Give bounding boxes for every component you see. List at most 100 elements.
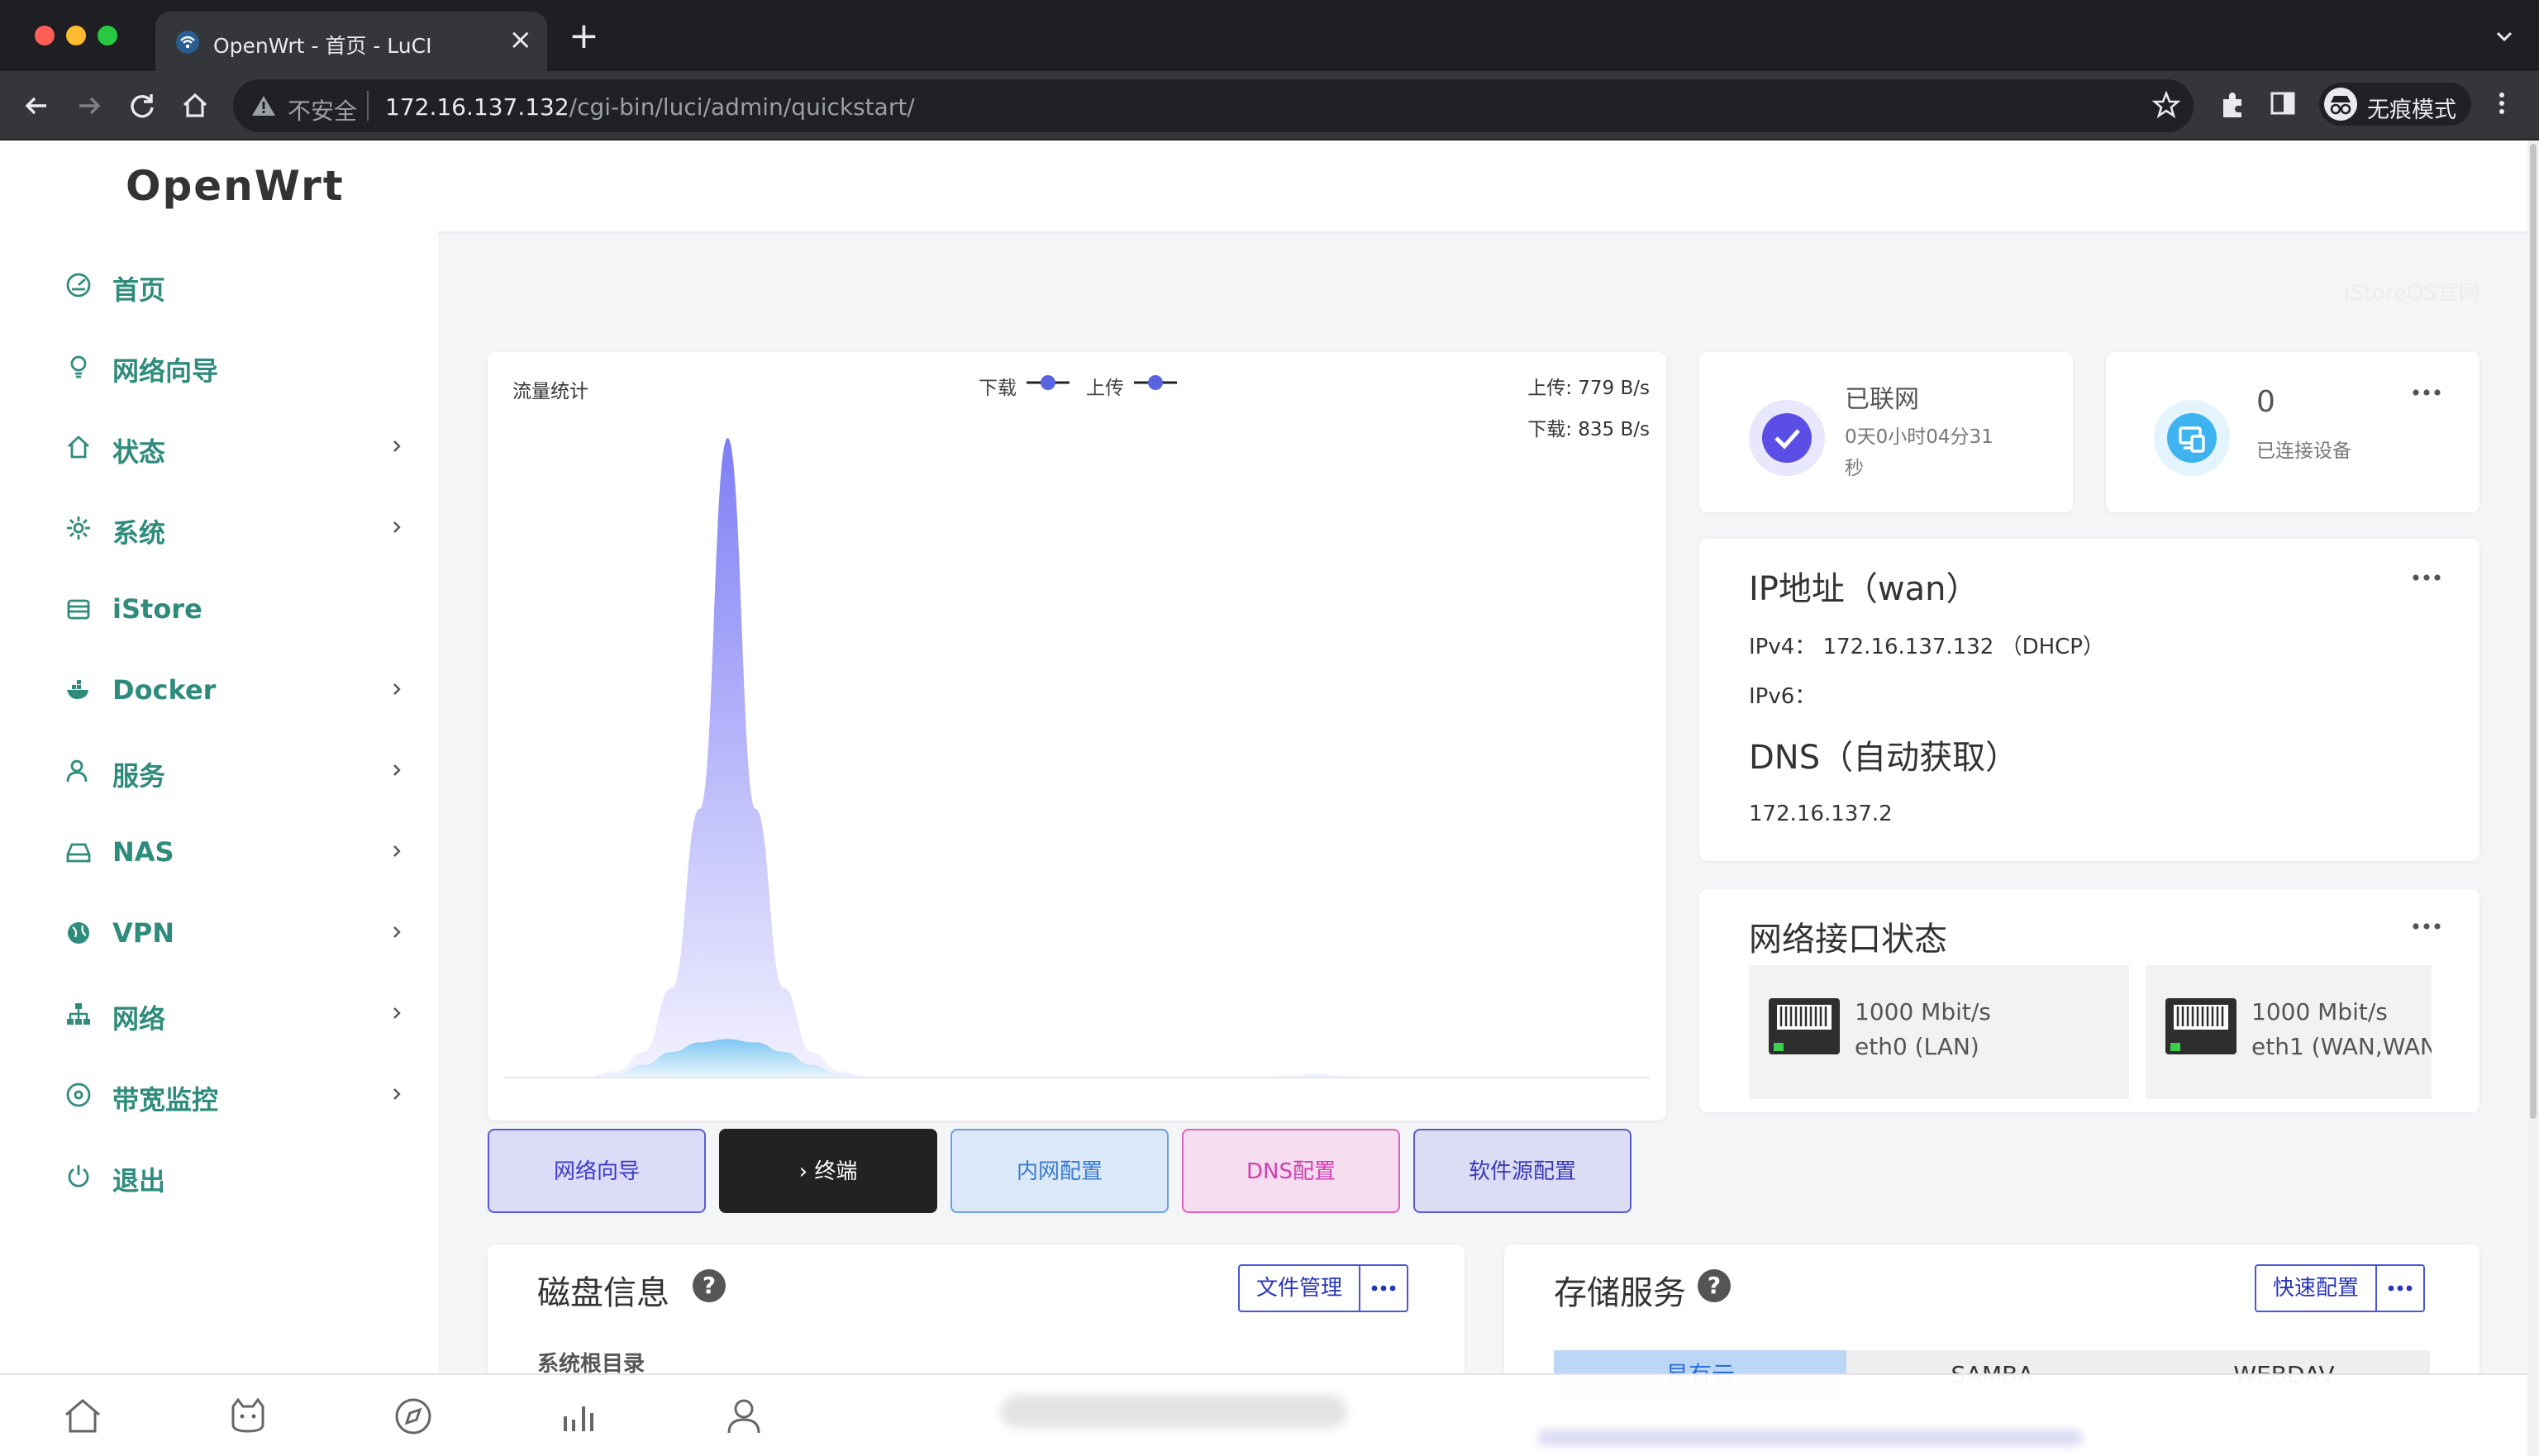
traffic-area-chart[interactable]: [504, 418, 1650, 1104]
dns-heading: DNS（自动获取）: [1749, 739, 2019, 777]
sidebar-item-label: iStore: [112, 593, 202, 625]
back-arrow-icon[interactable]: [18, 88, 55, 124]
sidebar-item-label: 状态: [112, 436, 166, 468]
sidebar-item-services[interactable]: 服务: [60, 745, 407, 795]
header-bar: OpenWrt: [0, 140, 2539, 231]
extensions-puzzle-icon[interactable]: [2217, 88, 2250, 121]
chart-legend: 下载 上传: [979, 365, 1193, 400]
window-close-button[interactable]: [35, 26, 55, 45]
ip-address-card: IP地址（wan） IPv4： 172.16.137.132 （DHCP） IP…: [1699, 539, 2479, 861]
user-icon[interactable]: [722, 1395, 765, 1438]
help-icon[interactable]: ?: [1698, 1269, 1731, 1302]
address-bar[interactable]: 不安全 172.16.137.132/cgi-bin/luci/admin/qu…: [233, 79, 2194, 132]
traffic-stats-card: 流量统计 下载 上传 上传: 779 B/s 下载: 835 B/s: [488, 352, 1666, 1121]
more-icon: [2388, 1285, 2413, 1292]
bookmark-star-icon[interactable]: [2152, 91, 2180, 119]
ipv6-label: IPv6：: [1749, 684, 1817, 709]
home-icon[interactable]: [177, 88, 213, 124]
wifi-favicon-icon: [176, 31, 199, 54]
sidebar-item-label: 网络: [112, 1003, 166, 1035]
sidebar-item-istore[interactable]: iStore: [60, 583, 407, 633]
more-icon[interactable]: [2410, 572, 2443, 583]
sidebar-item-label: 网络向导: [112, 355, 219, 387]
window-minimize-button[interactable]: [66, 26, 86, 45]
dns-config-button[interactable]: DNS配置: [1182, 1129, 1400, 1213]
sidebar-item-bandwidth[interactable]: 带宽监控: [60, 1069, 407, 1119]
url-path: /cgi-bin/luci/admin/quickstart/: [569, 93, 915, 121]
chevron-right-icon: [393, 926, 401, 938]
sidebar-item-home[interactable]: 首页: [60, 259, 407, 309]
forward-arrow-icon[interactable]: [71, 88, 107, 124]
url-host: 172.16.137.132: [385, 93, 569, 121]
quick-config-button[interactable]: 快速配置: [2256, 1266, 2378, 1311]
network-icon: [67, 1003, 90, 1025]
page-scrollbar[interactable]: [2527, 140, 2539, 1456]
url-text[interactable]: 172.16.137.132/cgi-bin/luci/admin/quicks…: [385, 93, 915, 121]
help-icon[interactable]: ?: [693, 1269, 726, 1302]
storage-more-button[interactable]: [2377, 1266, 2423, 1311]
interface-item[interactable]: 1000 Mbit/s eth1 (WAN,WAN6): [2146, 965, 2432, 1099]
ipv4-mode: （DHCP）: [2000, 635, 2104, 659]
connected-devices-count: 0: [2256, 385, 2275, 419]
sidebar-item-docker[interactable]: Docker: [60, 664, 407, 714]
home-icon[interactable]: [61, 1395, 104, 1438]
chevron-right-icon: [393, 845, 401, 857]
more-icon[interactable]: [2410, 921, 2443, 932]
sidebar-item-nas[interactable]: NAS: [60, 826, 407, 876]
wizard-button[interactable]: 网络向导: [488, 1129, 706, 1213]
side-panel-icon[interactable]: [2269, 89, 2297, 117]
ethernet-port-icon: [1769, 998, 1840, 1054]
istore-website-link[interactable]: iStoreOS官网: [2344, 276, 2480, 307]
gauge-icon: [66, 1082, 91, 1107]
sidebar-item-logout[interactable]: 退出: [60, 1150, 407, 1200]
warning-icon[interactable]: [251, 94, 276, 117]
new-tab-button[interactable]: +: [569, 18, 599, 55]
sidebar-item-wizard[interactable]: 网络向导: [60, 340, 407, 390]
user-service-icon: [66, 759, 88, 783]
interface-item[interactable]: 1000 Mbit/s eth0 (LAN): [1749, 965, 2129, 1099]
docker-icon: [67, 680, 88, 699]
sidebar-item-network[interactable]: 网络: [60, 988, 407, 1038]
sidebar-item-system[interactable]: 系统: [60, 502, 407, 552]
check-circle-icon: [1749, 400, 1825, 476]
software-source-button[interactable]: 软件源配置: [1413, 1129, 1632, 1213]
lightbulb-icon: [70, 355, 87, 378]
online-status-title: 已联网: [1845, 385, 1919, 414]
lan-config-button[interactable]: 内网配置: [950, 1129, 1169, 1213]
legend-download-label[interactable]: 下载: [979, 372, 1017, 400]
chevron-right-icon: [393, 521, 401, 533]
store-icon: [67, 599, 90, 620]
brand-logo[interactable]: OpenWrt: [126, 162, 345, 210]
interface-status-card: 网络接口状态 1000 Mbit/s eth0 (LAN) 1000 Mbit/…: [1699, 889, 2479, 1112]
security-status-label[interactable]: 不安全: [288, 93, 357, 126]
download-area: [504, 438, 1650, 1078]
terminal-button[interactable]: › 终端: [719, 1129, 937, 1213]
connected-devices-label: 已连接设备: [2256, 440, 2351, 462]
legend-upload-label[interactable]: 上传: [1086, 372, 1124, 400]
compass-icon[interactable]: [392, 1395, 435, 1438]
gear-icon: [67, 516, 90, 540]
blurred-overlay: [1537, 1430, 2083, 1446]
incognito-indicator[interactable]: 无痕模式: [2319, 83, 2471, 126]
chevron-right-icon: [393, 1007, 401, 1019]
bar-chart-icon[interactable]: [557, 1395, 600, 1438]
browser-menu-icon[interactable]: [2488, 89, 2516, 117]
scrollbar-thumb[interactable]: [2530, 144, 2537, 1119]
cat-icon[interactable]: [226, 1395, 269, 1438]
sidebar-item-status[interactable]: 状态: [60, 421, 407, 471]
disk-more-button[interactable]: [1360, 1266, 1407, 1311]
tab-close-button[interactable]: ×: [509, 25, 533, 55]
address-separator: [367, 91, 369, 121]
dashboard-icon: [66, 273, 91, 297]
legend-download-marker: [1027, 375, 1069, 390]
file-manager-button[interactable]: 文件管理: [1240, 1266, 1361, 1311]
chevron-down-icon[interactable]: [2493, 25, 2516, 48]
reload-icon[interactable]: [124, 88, 160, 124]
sidebar-item-vpn[interactable]: VPN: [60, 907, 407, 957]
browser-tab-active[interactable]: OpenWrt - 首页 - LuCI ×: [155, 12, 547, 71]
devices-icon: [2154, 400, 2230, 476]
ip-heading: IP地址（wan）: [1749, 570, 1979, 608]
more-icon[interactable]: [2410, 387, 2443, 398]
sidebar: 首页 网络向导 状态 系统 iStore Docker 服务 NAS VPN 网…: [0, 231, 438, 1388]
window-maximize-button[interactable]: [98, 26, 117, 45]
